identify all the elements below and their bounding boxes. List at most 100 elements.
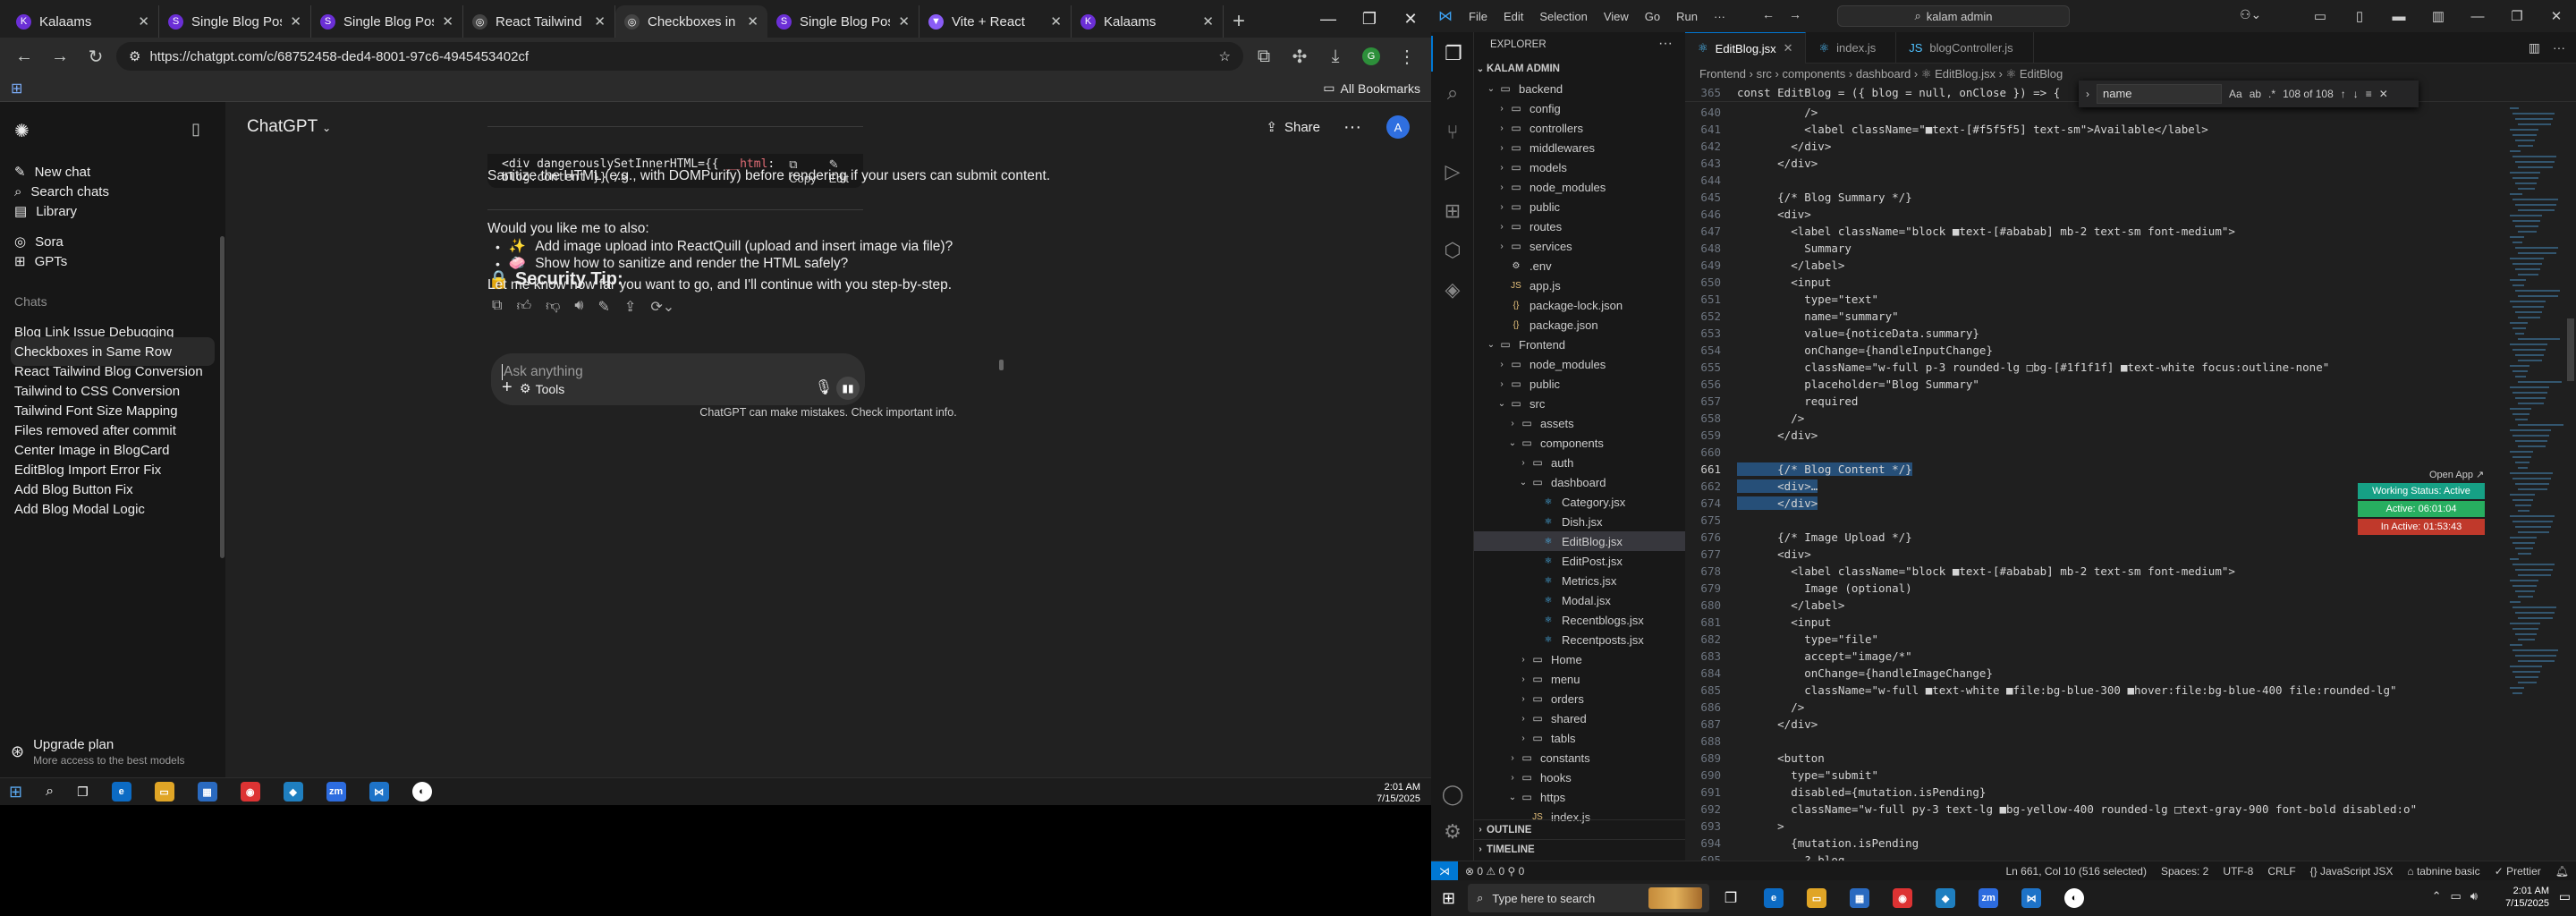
file-item[interactable]: JS app.js [1474, 276, 1685, 295]
browser-tab[interactable]: ◎ React Tailwind Blo ✕ [463, 5, 615, 38]
app-icon[interactable]: ◆ [1924, 880, 1967, 916]
folder-item[interactable]: › ▭ auth [1474, 453, 1685, 472]
browser-tab[interactable]: ▼ Vite + React ✕ [919, 5, 1072, 38]
open-app-link[interactable]: Open App ↗ [2429, 469, 2484, 480]
network-icon[interactable]: ▭ [2451, 889, 2462, 903]
file-item[interactable]: ⚛ Metrics.jsx [1474, 571, 1685, 590]
folder-item[interactable]: ⌄ ▭ https [1474, 787, 1685, 807]
volume-icon[interactable]: 🔊︎ [2470, 889, 2478, 903]
omnibox[interactable]: ⚙ https://chatgpt.com/c/68752458-ded4-80… [116, 42, 1243, 71]
folder-item[interactable]: › ▭ config [1474, 98, 1685, 118]
browser-tab[interactable]: S Single Blog Posts ✕ [767, 5, 919, 38]
folder-item[interactable]: › ▭ routes [1474, 216, 1685, 236]
folder-item[interactable]: › ▭ public [1474, 197, 1685, 216]
customize-layout-icon[interactable]: ▥ [2419, 0, 2458, 32]
layout-icon[interactable]: ▭ [2301, 0, 2340, 32]
folder-item[interactable]: › ▭ Home [1474, 649, 1685, 669]
minimize-icon[interactable]: — [1308, 0, 1349, 38]
edge-icon[interactable]: e [1752, 880, 1795, 916]
menu-item[interactable]: View [1604, 10, 1629, 23]
message-input[interactable]: Ask anything [504, 364, 583, 380]
folder-item[interactable]: › ▭ menu [1474, 669, 1685, 689]
chat-scrollbar[interactable] [999, 360, 1004, 370]
search-view-icon[interactable]: ⌕ [1431, 75, 1474, 111]
close-tab-icon[interactable]: ✕ [747, 13, 758, 30]
read-aloud-icon[interactable]: 🔊︎ [574, 298, 583, 316]
new-tab-button[interactable]: + [1224, 5, 1254, 38]
close-find-icon[interactable]: ✕ [2379, 88, 2388, 100]
close-icon[interactable]: ✕ [1390, 0, 1431, 38]
close-tab-icon[interactable]: ✕ [290, 13, 301, 30]
edge-icon[interactable]: e [111, 782, 131, 802]
share-button[interactable]: ⇪ Share [1266, 119, 1320, 136]
remote-explorer-icon[interactable]: ⬡ [1431, 233, 1474, 268]
file-item[interactable]: ⚛ Recentblogs.jsx [1474, 610, 1685, 630]
regenerate-icon[interactable]: ⟳⌄ [650, 298, 674, 316]
all-bookmarks-button[interactable]: ▭ All Bookmarks [1323, 81, 1420, 96]
file-item[interactable]: ⚙ .env [1474, 256, 1685, 276]
folder-item[interactable]: › ▭ shared [1474, 708, 1685, 728]
apps-grid-icon[interactable]: ⊞ [11, 80, 22, 98]
browser-tab[interactable]: ◎ Checkboxes in Sa ✕ [615, 5, 767, 38]
folder-item[interactable]: ⌄ ▭ components [1474, 433, 1685, 453]
reload-icon[interactable]: ↻ [80, 41, 111, 72]
minimap[interactable] [2506, 104, 2565, 857]
extension-icon[interactable]: ⧉ [1249, 41, 1279, 72]
store-icon[interactable]: ▦ [1838, 880, 1881, 916]
notification-center-icon[interactable]: ▭ [2559, 889, 2571, 904]
folder-item[interactable]: › ▭ orders [1474, 689, 1685, 708]
panel-layout-icon[interactable]: ▬ [2379, 0, 2419, 32]
sidebar-toggle-icon[interactable]: ▯ [191, 120, 200, 139]
command-center-search[interactable]: ⌕ kalam admin [1837, 5, 2070, 27]
windows-start-icon[interactable]: ⊞ [9, 783, 22, 802]
menu-item[interactable]: ··· [1714, 10, 1725, 23]
explorer-icon[interactable]: ❐ [1431, 36, 1474, 72]
close-tab-icon[interactable]: ✕ [138, 13, 149, 30]
bookmark-star-icon[interactable]: ☆ [1219, 48, 1231, 64]
file-explorer-icon[interactable]: ▭ [1795, 880, 1838, 916]
app-icon[interactable]: ◆ [283, 782, 303, 802]
site-info-icon[interactable]: ⚙ [129, 48, 140, 64]
voice-mode-icon[interactable]: ▮▮ [836, 377, 860, 400]
file-item[interactable]: ⚛ Recentposts.jsx [1474, 630, 1685, 649]
folder-item[interactable]: ⌄ ▭ src [1474, 394, 1685, 413]
scrollbar-thumb[interactable] [2567, 318, 2574, 381]
tools-button[interactable]: ⚙ Tools [520, 381, 564, 396]
tabnine-status[interactable]: ⌂ tabnine basic [2400, 865, 2487, 878]
close-tab-icon[interactable]: ✕ [442, 13, 453, 30]
explorer-more-icon[interactable]: ··· [1658, 36, 1673, 52]
folder-item[interactable]: › ▭ constants [1474, 748, 1685, 768]
nav-forward-icon[interactable]: → [1789, 7, 1801, 21]
folder-item[interactable]: › ▭ services [1474, 236, 1685, 256]
minimize-icon[interactable]: — [2458, 0, 2497, 32]
copilot-icon[interactable]: ⚇⌄ [2240, 7, 2261, 22]
upgrade-plan-button[interactable]: ⊛ Upgrade plan More access to the best m… [11, 725, 215, 777]
zoom-icon[interactable]: zm [1967, 880, 2010, 916]
menu-item[interactable]: Go [1645, 10, 1660, 23]
previous-match-icon[interactable]: ↑ [2341, 88, 2346, 100]
vscode-icon[interactable]: ⋈ [369, 782, 389, 802]
find-input[interactable]: name [2097, 84, 2222, 104]
folder-item[interactable]: › ▭ tabls [1474, 728, 1685, 748]
menu-item[interactable]: Edit [1504, 10, 1523, 23]
browser-tab[interactable]: S Single Blog Posts ✕ [311, 5, 463, 38]
remote-indicator-icon[interactable]: ⋊ [1431, 861, 1458, 881]
folder-item[interactable]: › ▭ node_modules [1474, 354, 1685, 374]
model-selector[interactable]: ChatGPT ⌄ [247, 117, 331, 137]
close-tab-icon[interactable]: ✕ [1050, 13, 1062, 30]
problems-status[interactable]: ⊗ 0 ⚠ 0 ⚲ 0 [1458, 865, 1531, 878]
maximize-icon[interactable]: ❐ [1349, 0, 1390, 38]
prettier-status[interactable]: ✓ Prettier [2487, 865, 2548, 878]
file-item[interactable]: {} package.json [1474, 315, 1685, 335]
workspace-header[interactable]: ⌄ KALAM ADMIN [1474, 59, 1685, 79]
editor-tab[interactable]: JS blogController.js [1896, 32, 2034, 64]
attach-plus-icon[interactable]: + [502, 377, 513, 398]
chrome-menu-icon[interactable]: ⋮ [1392, 41, 1422, 72]
cursor-position[interactable]: Ln 661, Col 10 (516 selected) [1999, 865, 2154, 878]
thumbs-down-icon[interactable]: 👎︎ [546, 298, 560, 316]
user-avatar[interactable]: A [1386, 115, 1410, 139]
find-in-selection-icon[interactable]: ≡ [2366, 88, 2372, 100]
back-icon[interactable]: ← [9, 41, 39, 72]
folder-item[interactable]: › ▭ controllers [1474, 118, 1685, 138]
tray-chevron-icon[interactable]: ⌃ [2432, 889, 2442, 903]
